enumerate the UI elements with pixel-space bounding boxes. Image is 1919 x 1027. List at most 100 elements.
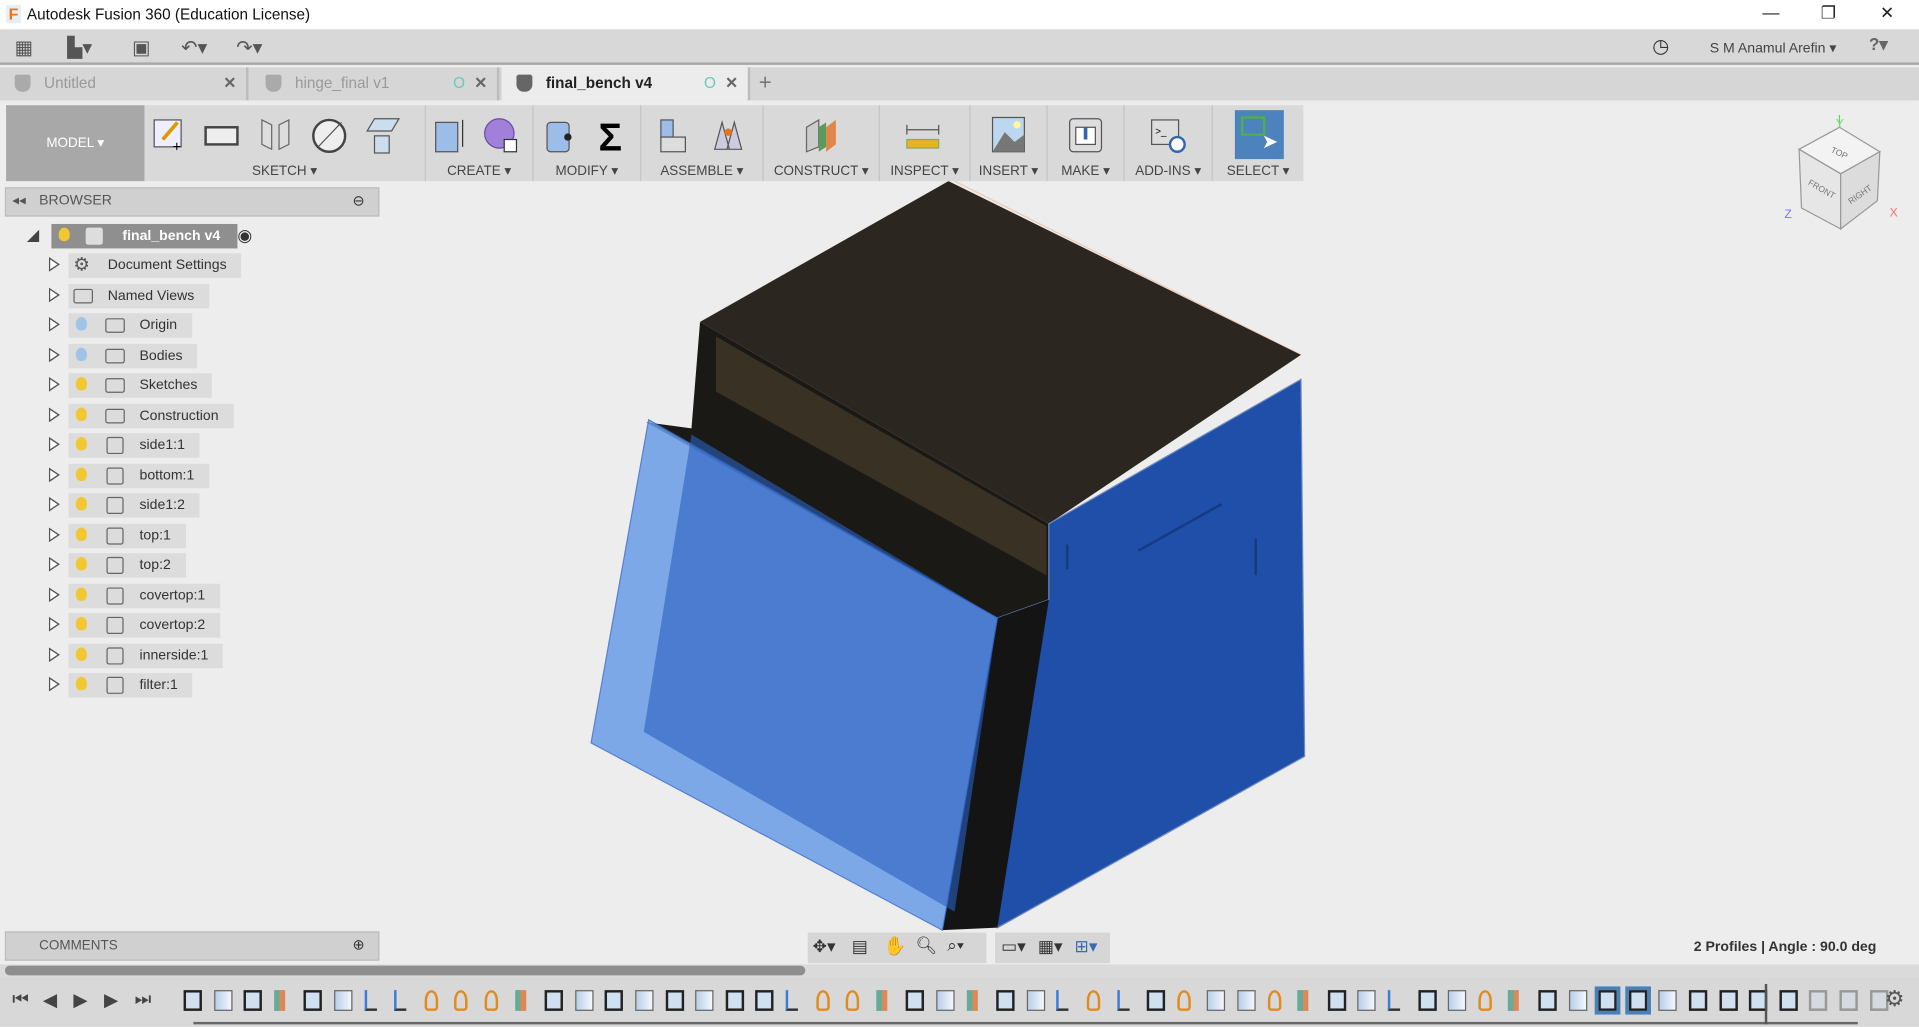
- construction-plane-feature-icon[interactable]: [1297, 990, 1309, 1011]
- as-built-joint-feature-icon[interactable]: [815, 990, 830, 1011]
- 3d-print-icon[interactable]: [1067, 115, 1104, 154]
- joint-feature-icon[interactable]: [785, 990, 798, 1011]
- sketch-feature-icon[interactable]: [1719, 990, 1738, 1011]
- create-sketch-icon[interactable]: +: [151, 115, 188, 154]
- measure-icon[interactable]: [904, 115, 941, 154]
- visibility-bulb-icon[interactable]: [75, 646, 87, 661]
- expand-triangle-icon[interactable]: [48, 676, 60, 692]
- expand-triangle-icon[interactable]: [48, 586, 60, 602]
- timeline-marker[interactable]: [1764, 983, 1768, 1025]
- extrude-feature-icon[interactable]: [1207, 990, 1226, 1011]
- grid-settings-icon[interactable]: ▦▾: [1038, 936, 1063, 957]
- as-built-joint-feature-icon[interactable]: [1086, 990, 1101, 1011]
- add-ins-group[interactable]: >_ ADD-INS ▾: [1125, 105, 1213, 182]
- joint-feature-icon[interactable]: [1056, 990, 1069, 1011]
- insert-image-icon[interactable]: [990, 115, 1027, 154]
- modify-group[interactable]: Σ MODIFY ▾: [534, 105, 642, 182]
- fit-zoom-icon[interactable]: ⌕▾: [947, 935, 964, 956]
- go-to-end-icon[interactable]: ⏭: [135, 989, 152, 1010]
- tab-final-bench[interactable]: final_bench v4 O ✕: [501, 67, 751, 101]
- expand-triangle-icon[interactable]: [48, 556, 60, 572]
- as-built-joint-feature-icon[interactable]: [454, 990, 468, 1011]
- sketch-feature-icon[interactable]: [1625, 986, 1651, 1015]
- suppressed-feature-icon[interactable]: [1839, 990, 1858, 1011]
- visibility-bulb-icon[interactable]: [75, 466, 87, 481]
- sketch-feature-icon[interactable]: [605, 990, 624, 1011]
- expand-triangle-icon[interactable]: [48, 406, 60, 422]
- visibility-bulb-icon[interactable]: [75, 436, 87, 451]
- as-built-joint-feature-icon[interactable]: [484, 990, 499, 1011]
- scripts-addins-icon[interactable]: >_: [1149, 115, 1186, 154]
- sketch-feature-icon[interactable]: [1594, 986, 1621, 1015]
- timeline-settings-gear-icon[interactable]: ⚙: [1885, 986, 1905, 1012]
- scrollbar-thumb[interactable]: [4, 965, 806, 976]
- circle-icon[interactable]: [311, 115, 348, 154]
- tab-hinge-final[interactable]: hinge_final v1 O ✕: [251, 67, 500, 101]
- sigma-compute-icon[interactable]: Σ: [595, 115, 632, 155]
- sketch-feature-icon[interactable]: [1779, 990, 1798, 1011]
- sketch-feature-icon[interactable]: [755, 990, 774, 1011]
- select-icon[interactable]: ➤: [1234, 110, 1284, 160]
- select-group[interactable]: ➤ SELECT ▾: [1213, 105, 1304, 181]
- expand-triangle-icon[interactable]: [48, 526, 60, 542]
- create-form-icon[interactable]: [482, 115, 519, 154]
- extrude-feature-icon[interactable]: [1658, 990, 1678, 1011]
- extrude-feature-icon[interactable]: [1448, 990, 1467, 1011]
- sketch-feature-icon[interactable]: [1146, 990, 1166, 1011]
- as-built-joint-feature-icon[interactable]: [1177, 990, 1191, 1011]
- joint-feature-icon[interactable]: [364, 990, 377, 1011]
- display-settings-icon[interactable]: ▭▾: [1001, 936, 1026, 957]
- as-built-joint-feature-icon[interactable]: [424, 990, 438, 1011]
- expand-triangle-icon[interactable]: [48, 376, 60, 392]
- sketch-feature-icon[interactable]: [303, 990, 323, 1011]
- construction-plane-feature-icon[interactable]: [1508, 990, 1520, 1011]
- construction-plane-feature-icon[interactable]: [273, 990, 285, 1011]
- play-icon[interactable]: ▶: [73, 989, 87, 1011]
- visibility-bulb-icon[interactable]: [75, 556, 87, 571]
- sketch-feature-icon[interactable]: [1417, 990, 1437, 1011]
- joint-icon[interactable]: [710, 115, 747, 154]
- expand-triangle-icon[interactable]: [48, 257, 60, 272]
- as-built-joint-feature-icon[interactable]: [1478, 990, 1492, 1011]
- extrude-feature-icon[interactable]: [635, 990, 654, 1011]
- close-tab-icon[interactable]: ✕: [223, 67, 236, 100]
- expanded-triangle-icon[interactable]: ◢: [27, 225, 39, 245]
- expand-triangle-icon[interactable]: [48, 346, 60, 362]
- restore-button[interactable]: ❐: [1800, 2, 1856, 26]
- sketch-feature-icon[interactable]: [544, 990, 564, 1011]
- sketch-group[interactable]: + SKETCH ▾: [144, 105, 426, 182]
- extrude-feature-icon[interactable]: [1357, 990, 1377, 1011]
- mirror-icon[interactable]: [257, 115, 294, 154]
- tab-untitled[interactable]: Untitled ✕: [0, 67, 249, 101]
- view-cube[interactable]: TOP FRONT RIGHT Y Z X: [1784, 113, 1906, 235]
- construction-plane-feature-icon[interactable]: [876, 990, 888, 1011]
- user-account-menu[interactable]: S M Anamul Arefin ▾: [1710, 39, 1837, 57]
- expand-triangle-icon[interactable]: [48, 646, 60, 662]
- joint-origin-feature-icon[interactable]: [1267, 990, 1281, 1011]
- close-button[interactable]: ✕: [1859, 2, 1915, 26]
- new-tab-button[interactable]: +: [759, 70, 772, 96]
- expand-triangle-icon[interactable]: [48, 436, 60, 452]
- visibility-bulb-icon[interactable]: [75, 376, 87, 391]
- offset-plane-icon[interactable]: [802, 115, 839, 154]
- zoom-icon[interactable]: 🔍︎: [915, 935, 937, 956]
- sketch-feature-icon[interactable]: [725, 990, 744, 1011]
- press-pull-icon[interactable]: [541, 115, 578, 154]
- expand-triangle-icon[interactable]: [48, 466, 60, 482]
- viewports-icon[interactable]: ⊞▾: [1075, 936, 1098, 957]
- help-icon[interactable]: ?▾: [1869, 34, 1888, 55]
- close-tab-icon[interactable]: ✕: [725, 67, 738, 100]
- workspace-switcher[interactable]: MODEL ▾: [6, 105, 145, 182]
- data-panel-grid-icon[interactable]: ▦: [15, 35, 34, 59]
- sketch-feature-icon[interactable]: [1327, 990, 1346, 1011]
- visibility-bulb-icon[interactable]: [75, 346, 87, 361]
- expand-triangle-icon[interactable]: [48, 286, 60, 302]
- make-group[interactable]: MAKE ▾: [1048, 105, 1125, 182]
- save-icon[interactable]: ▣: [132, 35, 151, 59]
- expand-triangle-icon[interactable]: [48, 316, 60, 332]
- step-back-icon[interactable]: ◀: [43, 989, 57, 1011]
- joint-feature-icon[interactable]: [1116, 990, 1130, 1011]
- minimize-button[interactable]: —: [1743, 2, 1799, 26]
- go-to-start-icon[interactable]: ⏮: [12, 989, 29, 1010]
- add-comment-icon[interactable]: ⊕: [352, 936, 364, 953]
